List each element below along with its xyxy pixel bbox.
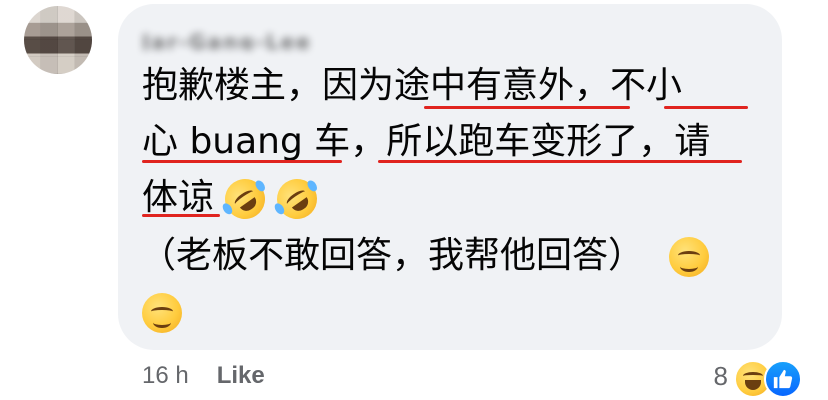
comment-line-4: （老板不敢回答，我帮他回答） xyxy=(140,234,710,278)
comment-footer: 16 h Like xyxy=(142,362,265,390)
relieved-emoji-icon xyxy=(142,293,182,333)
underline xyxy=(378,160,742,163)
comment-author[interactable]: Jar-Gang-Lee xyxy=(142,30,330,50)
like-button[interactable]: Like xyxy=(217,362,265,390)
comment-line-1: 抱歉楼主，因为途中有意外，不小 xyxy=(142,64,682,108)
comment-text: 体谅 xyxy=(142,177,215,218)
underline xyxy=(142,160,342,163)
comment-line-5 xyxy=(142,290,182,334)
rofl-emoji-icon xyxy=(269,171,325,227)
underline xyxy=(424,106,630,109)
rofl-emoji-icon xyxy=(217,171,274,227)
like-icon xyxy=(764,360,802,398)
underline xyxy=(142,214,220,217)
comment-text: （老板不敢回答，我帮他回答） xyxy=(140,235,645,276)
avatar[interactable] xyxy=(24,6,92,74)
reaction-count: 8 xyxy=(713,360,728,391)
comment-text: 心 buang 车，所以跑车变形了，请 xyxy=(142,121,711,162)
reaction-icons xyxy=(734,358,804,398)
underline xyxy=(664,106,748,109)
avatar-pixelation xyxy=(24,6,92,74)
comment-line-2: 心 buang 车，所以跑车变形了，请 xyxy=(142,120,710,164)
relieved-emoji-icon xyxy=(669,237,710,277)
reaction-summary[interactable]: 8 xyxy=(713,358,804,398)
comment-text: 抱歉楼主，因为途中有意外，不小 xyxy=(142,65,683,106)
timestamp[interactable]: 16 h xyxy=(142,362,189,390)
